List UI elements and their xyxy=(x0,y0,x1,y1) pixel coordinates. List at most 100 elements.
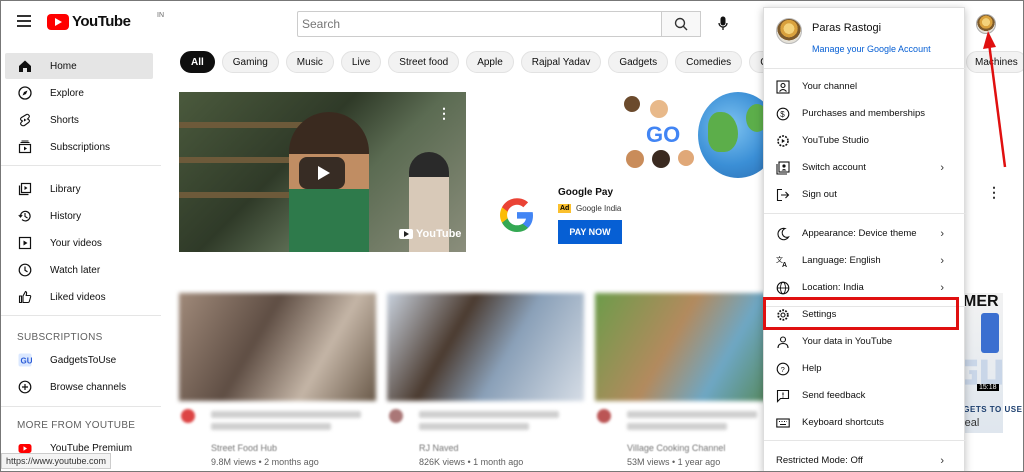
menu-item-your-data[interactable]: Your data in YouTube xyxy=(764,328,966,355)
blurred-video-title xyxy=(627,411,757,418)
menu-item-help[interactable]: ? Help xyxy=(764,355,966,382)
play-button-icon[interactable] xyxy=(299,157,345,189)
menu-item-your-channel[interactable]: Your channel xyxy=(764,73,966,100)
menu-item-keyboard-shortcuts[interactable]: Keyboard shortcuts xyxy=(764,409,966,436)
chip-gaming[interactable]: Gaming xyxy=(221,51,279,73)
menu-item-location[interactable]: Location: India › xyxy=(764,274,966,301)
video-thumbnail-featured[interactable]: YouTube xyxy=(179,92,466,252)
logo-country-code: IN xyxy=(157,12,164,19)
sidebar-item-label: Browse channels xyxy=(50,381,127,393)
menu-item-youtube-studio[interactable]: YouTube Studio xyxy=(764,127,966,154)
chip-gadgets[interactable]: Gadgets xyxy=(608,51,669,73)
youtube-logo[interactable]: YouTube IN xyxy=(47,12,164,30)
chevron-right-icon: › xyxy=(940,255,944,267)
logo-text: YouTube xyxy=(72,13,131,30)
ad-more-options-icon[interactable]: ⋮ xyxy=(987,184,1001,201)
search-icon xyxy=(674,17,688,31)
browser-status-url: https://www.youtube.com xyxy=(1,453,112,469)
sidebar-item-label: Liked videos xyxy=(50,291,106,303)
sidebar-item-browse-channels[interactable]: Browse channels xyxy=(5,374,153,400)
sidebar-item-library[interactable]: Library xyxy=(5,176,153,202)
chip-live[interactable]: Live xyxy=(340,51,382,73)
menu-item-sign-out[interactable]: Sign out xyxy=(764,181,966,208)
dollar-icon: $ xyxy=(776,107,790,121)
menu-item-label: Switch account xyxy=(802,162,866,173)
menu-avatar xyxy=(776,18,802,44)
sidebar-item-liked-videos[interactable]: Liked videos xyxy=(5,284,153,310)
chip-all[interactable]: All xyxy=(180,51,215,73)
ad-badge: Ad xyxy=(558,204,572,213)
sidebar-item-label: YouTube Premium xyxy=(50,442,133,454)
menu-item-appearance[interactable]: Appearance: Device theme › xyxy=(764,220,966,247)
chip-comedies[interactable]: Comedies xyxy=(675,51,743,73)
blurred-video-title xyxy=(419,411,559,418)
card-channel-name[interactable]: RJ Naved xyxy=(419,443,459,453)
svg-text:A: A xyxy=(782,262,787,268)
sidebar-item-home[interactable]: Home xyxy=(5,53,153,79)
chip-machines[interactable]: Machines xyxy=(966,51,1023,73)
hamburger-menu-icon[interactable] xyxy=(17,15,31,27)
moon-icon xyxy=(776,227,790,241)
chip-rajpal-yadav[interactable]: Rajpal Yadav xyxy=(520,51,602,73)
menu-item-language[interactable]: 文A Language: English › xyxy=(764,247,966,274)
svg-text:GU: GU xyxy=(21,357,33,366)
card-views: 826K views • 1 month ago xyxy=(419,457,524,467)
sidebar-item-watch-later[interactable]: Watch later xyxy=(5,257,153,283)
pay-now-button[interactable]: PAY NOW xyxy=(558,220,622,244)
sidebar-item-history[interactable]: History xyxy=(5,203,153,229)
channel-avatar[interactable] xyxy=(181,409,195,423)
channel-avatar[interactable] xyxy=(389,409,403,423)
sidebar-divider xyxy=(1,315,161,316)
menu-item-send-feedback[interactable]: Send feedback xyxy=(764,382,966,409)
sidebar-item-label: History xyxy=(50,210,82,222)
studio-gear-icon xyxy=(776,134,790,148)
youtube-mini-icon xyxy=(399,229,413,239)
menu-item-switch-account[interactable]: Switch account › xyxy=(764,154,966,181)
search-input[interactable] xyxy=(297,11,662,37)
channel-avatar[interactable] xyxy=(597,409,611,423)
menu-item-restricted-mode[interactable]: Restricted Mode: Off › xyxy=(764,447,966,471)
sidebar-item-shorts[interactable]: Shorts xyxy=(5,107,153,133)
chevron-right-icon: › xyxy=(940,162,944,174)
sidebar-item-explore[interactable]: Explore xyxy=(5,80,153,106)
ad-title[interactable]: Google Pay xyxy=(558,187,613,198)
sidebar-item-label: Subscriptions xyxy=(50,141,111,153)
voice-search-button[interactable] xyxy=(713,13,733,35)
manage-google-account-link[interactable]: Manage your Google Account xyxy=(812,44,931,54)
sidebar-item-label: Explore xyxy=(50,87,84,99)
menu-divider xyxy=(764,213,966,214)
card-channel-name[interactable]: Street Food Hub xyxy=(211,443,277,453)
sign-out-icon xyxy=(776,188,790,202)
sidebar-item-your-videos[interactable]: Your videos xyxy=(5,230,153,256)
chip-music[interactable]: Music xyxy=(285,51,334,73)
more-from-youtube-heading: MORE FROM YOUTUBE xyxy=(17,420,136,431)
watermark-text: YouTube xyxy=(416,228,462,240)
person-icon xyxy=(776,79,790,94)
svg-text:$: $ xyxy=(780,110,785,119)
sidebar-item-gadgetstouse[interactable]: GU GadgetsToUse xyxy=(5,347,153,373)
sidebar-divider xyxy=(1,165,161,166)
video-thumbnail[interactable] xyxy=(387,293,584,401)
partial-thumbnail-text: MER xyxy=(963,293,999,310)
search-button[interactable] xyxy=(661,11,701,37)
microphone-icon xyxy=(718,16,728,30)
translate-icon: 文A xyxy=(776,254,790,268)
sidebar-item-label: GadgetsToUse xyxy=(50,354,117,366)
menu-item-settings[interactable]: Settings xyxy=(764,301,966,328)
blurred-video-title xyxy=(627,423,727,430)
keyboard-icon xyxy=(776,416,790,430)
menu-item-label: Settings xyxy=(802,309,837,320)
card-channel-name[interactable]: Village Cooking Channel xyxy=(627,443,725,453)
video-more-options-icon[interactable]: ⋮ xyxy=(437,105,451,122)
chip-apple[interactable]: Apple xyxy=(466,51,514,73)
card-views: 9.8M views • 2 months ago xyxy=(211,457,319,467)
card-views: 53M views • 1 year ago xyxy=(627,457,721,467)
video-thumbnail[interactable] xyxy=(179,293,376,401)
menu-item-purchases[interactable]: $ Purchases and memberships xyxy=(764,100,966,127)
sidebar-item-subscriptions[interactable]: Subscriptions xyxy=(5,134,153,160)
chip-street-food[interactable]: Street food xyxy=(388,51,460,73)
your-videos-icon xyxy=(18,236,32,250)
svg-text:?: ? xyxy=(781,365,785,374)
account-avatar[interactable] xyxy=(976,14,996,34)
menu-item-label: Send feedback xyxy=(802,390,866,401)
